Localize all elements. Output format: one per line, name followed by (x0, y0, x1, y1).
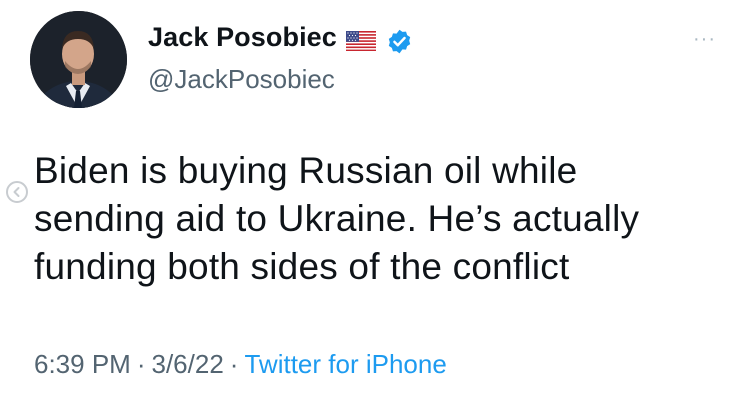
profile-photo (30, 11, 127, 108)
tweet-line: funding both sides of the conflict (34, 246, 570, 287)
tweet-card: Jack Posobiec @JackPosobiec ··· Biden is… (0, 0, 751, 401)
chevron-left-icon[interactable] (6, 181, 28, 203)
tweet-line: Biden is buying Russian oil while (34, 150, 578, 191)
tweet-meta: 6:39 PM · 3/6/22 · Twitter for iPhone (34, 349, 447, 380)
tweet-source-link[interactable]: Twitter for iPhone (244, 349, 446, 379)
verified-badge-icon (388, 29, 411, 54)
tweet-text: Biden is buying Russian oil while sendin… (34, 147, 734, 291)
tweet-date[interactable]: 3/6/22 (152, 349, 224, 379)
meta-separator: · (229, 349, 239, 379)
more-options-icon[interactable]: ··· (693, 29, 716, 49)
author-handle[interactable]: @JackPosobiec (148, 64, 335, 95)
us-flag-icon (346, 31, 376, 51)
tweet-time[interactable]: 6:39 PM (34, 349, 131, 379)
avatar[interactable] (30, 11, 127, 108)
author-name[interactable]: Jack Posobiec (148, 22, 337, 53)
tweet-line: sending aid to Ukraine. He’s actually (34, 198, 640, 239)
meta-separator: · (136, 349, 146, 379)
